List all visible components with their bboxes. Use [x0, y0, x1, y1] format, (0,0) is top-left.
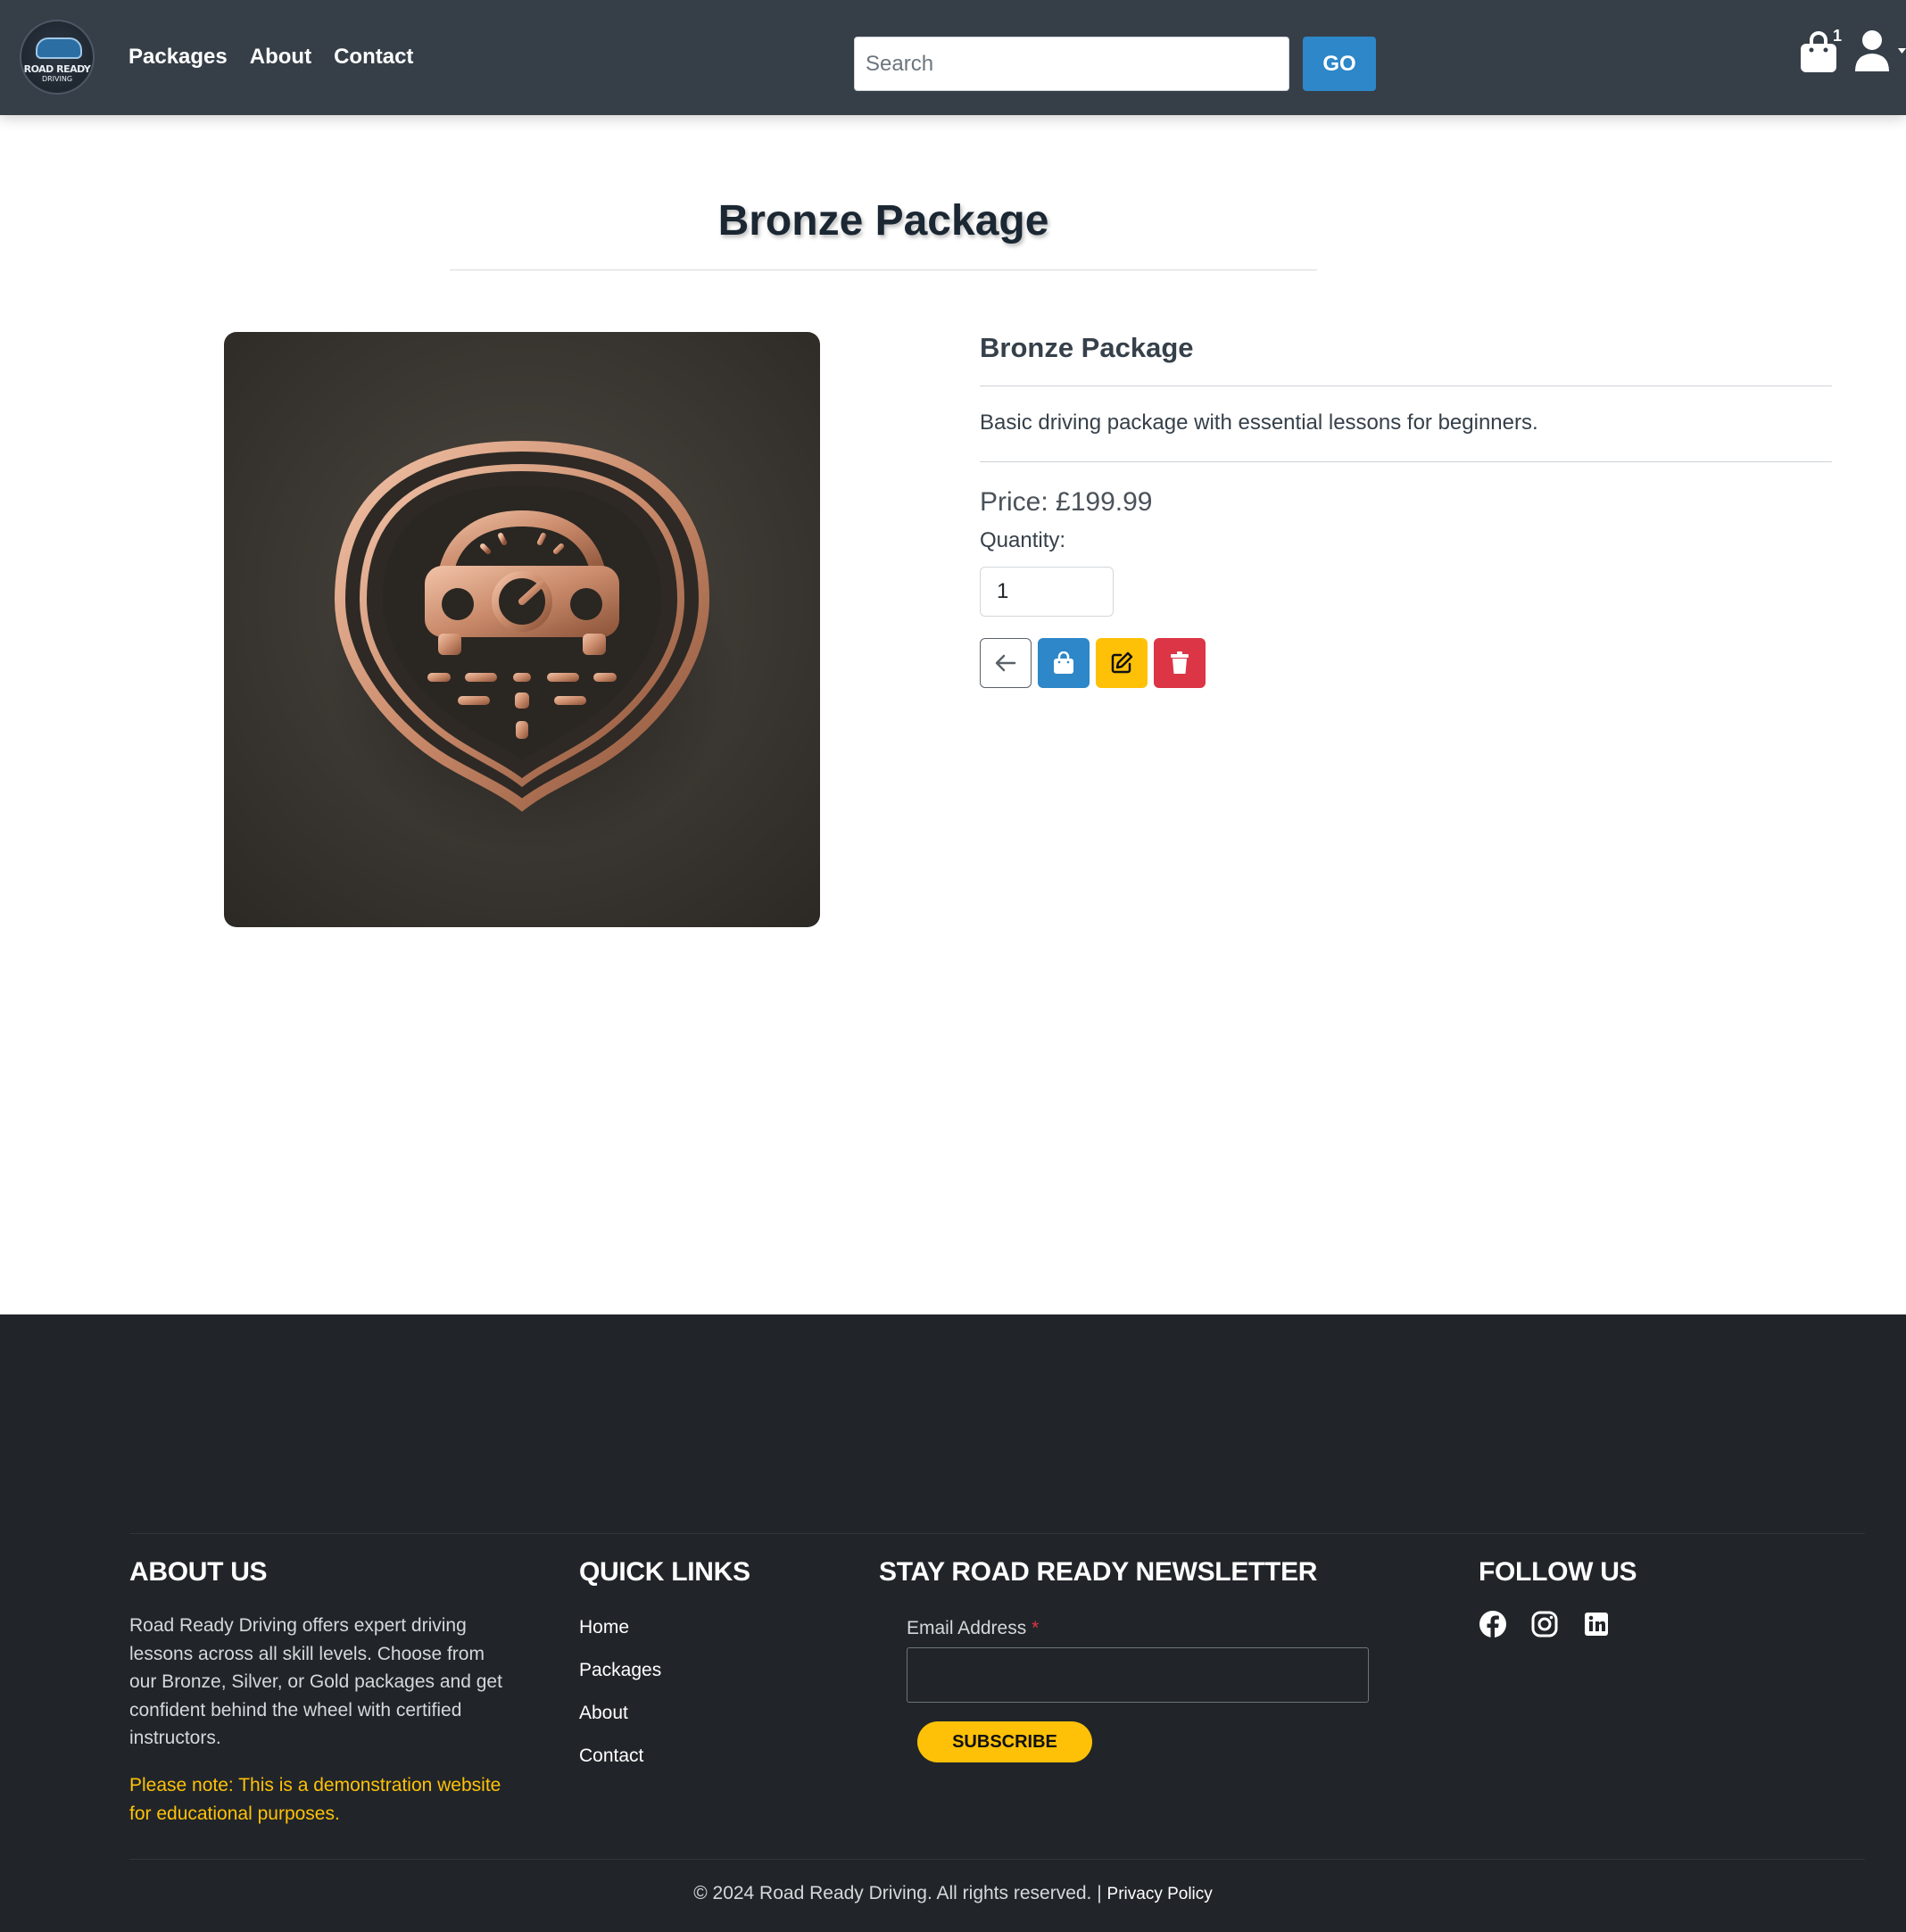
bronze-badge-icon: [326, 440, 736, 854]
newsletter-heading: STAY ROAD READY NEWSLETTER: [879, 1557, 1318, 1587]
product-image: [224, 332, 820, 927]
product-description: Basic driving package with essential les…: [980, 410, 1538, 435]
product-price: Price: £199.99: [980, 487, 1153, 517]
page-title: Bronze Package: [717, 197, 1049, 245]
account-menu[interactable]: [1854, 29, 1906, 77]
social-links: [1479, 1610, 1611, 1638]
footer-divider-bottom: [129, 1859, 1865, 1860]
navbar: ROAD READY DRIVING Packages About Contac…: [0, 0, 1906, 115]
nav-link-contact[interactable]: Contact: [334, 45, 413, 70]
edit-button[interactable]: [1096, 638, 1148, 688]
required-mark: *: [1032, 1618, 1040, 1638]
follow-heading: FOLLOW US: [1479, 1557, 1637, 1587]
quick-link-home[interactable]: Home: [579, 1614, 661, 1657]
logo-car-icon: [36, 37, 82, 59]
email-field[interactable]: [907, 1647, 1369, 1703]
facebook-icon[interactable]: [1479, 1610, 1507, 1638]
quick-link-packages[interactable]: Packages: [579, 1657, 661, 1700]
edit-icon: [1111, 651, 1133, 674]
logo-text: ROAD READY: [23, 63, 91, 75]
footer-divider-top: [129, 1533, 1865, 1534]
linkedin-icon[interactable]: [1582, 1610, 1611, 1638]
delete-button[interactable]: [1154, 638, 1206, 688]
product-name: Bronze Package: [980, 332, 1194, 363]
product-divider-bottom: [980, 461, 1832, 462]
about-heading: ABOUT US: [129, 1557, 268, 1587]
quick-links: Home Packages About Contact: [579, 1614, 661, 1786]
cart-count-badge: 1: [1833, 27, 1843, 45]
about-text: Road Ready Driving offers expert driving…: [129, 1615, 502, 1748]
search-input[interactable]: [854, 37, 1289, 91]
logo[interactable]: ROAD READY DRIVING: [20, 20, 95, 95]
nav-link-about[interactable]: About: [250, 45, 311, 70]
quantity-label: Quantity:: [980, 528, 1066, 552]
cart-link[interactable]: 1: [1799, 27, 1843, 77]
email-label-text: Email Address: [907, 1618, 1027, 1638]
search-go-button[interactable]: GO: [1303, 37, 1376, 91]
product-actions: [980, 638, 1206, 688]
quick-links-heading: QUICK LINKS: [579, 1557, 750, 1587]
copyright: © 2024 Road Ready Driving. All rights re…: [0, 1883, 1906, 1904]
title-divider: [450, 269, 1317, 270]
quick-link-about[interactable]: About: [579, 1700, 661, 1743]
arrow-left-icon: [995, 654, 1016, 672]
shopping-bag-icon: [1054, 651, 1073, 674]
instagram-icon[interactable]: [1530, 1610, 1559, 1638]
footer: ABOUT US Road Ready Driving offers exper…: [0, 1314, 1906, 1932]
demo-note: Please note: This is a demonstration web…: [129, 1775, 501, 1824]
copyright-text: © 2024 Road Ready Driving. All rights re…: [693, 1883, 1102, 1903]
trash-icon: [1171, 651, 1189, 674]
privacy-policy-link[interactable]: Privacy Policy: [1107, 1885, 1213, 1903]
email-label: Email Address *: [907, 1618, 1039, 1639]
main-nav: Packages About Contact: [128, 45, 413, 70]
subscribe-button[interactable]: SUBSCRIBE: [917, 1721, 1092, 1762]
logo-subtext: DRIVING: [41, 75, 73, 83]
nav-link-packages[interactable]: Packages: [128, 45, 228, 70]
quick-link-contact[interactable]: Contact: [579, 1743, 661, 1786]
back-button[interactable]: [980, 638, 1032, 688]
quantity-input[interactable]: [980, 567, 1114, 617]
add-to-cart-button[interactable]: [1038, 638, 1090, 688]
user-icon: [1855, 30, 1906, 71]
caret-down-icon: [1898, 48, 1906, 54]
